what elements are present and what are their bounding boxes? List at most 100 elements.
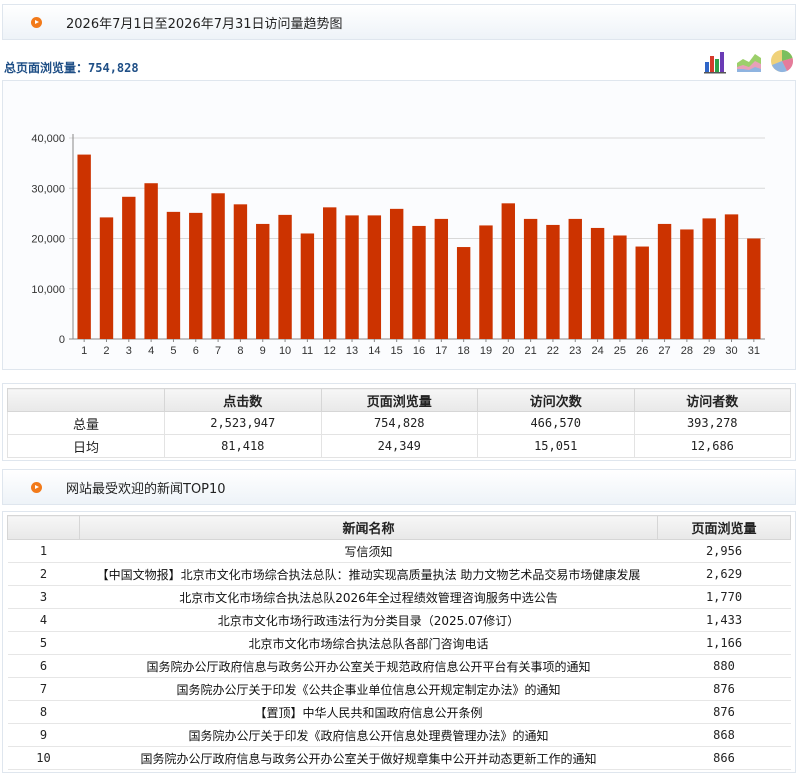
- x-tick-label: 18: [458, 345, 470, 357]
- bar-day-21[interactable]: [523, 218, 538, 339]
- x-tick-label: 26: [636, 345, 648, 357]
- news-rank: 8: [7, 700, 80, 724]
- bar-day-6[interactable]: [189, 212, 203, 339]
- news-title-link[interactable]: 国务院办公厅政府信息与政务公开办公室关于做好规章集中公开并动态更新工作的通知: [79, 746, 658, 770]
- bar-day-4[interactable]: [144, 183, 158, 339]
- stats-cell: 754,828: [320, 411, 478, 435]
- stats-cell: 15,051: [477, 434, 635, 458]
- news-pageviews: 868: [657, 723, 791, 747]
- bar-day-18[interactable]: [456, 247, 471, 339]
- news-pageviews: 2,956: [657, 539, 791, 563]
- bar-day-13[interactable]: [345, 215, 359, 339]
- bar-day-12[interactable]: [323, 207, 337, 339]
- bar-day-28[interactable]: [680, 229, 694, 339]
- arrow-bullet-icon: [31, 481, 42, 493]
- news-section-title: 网站最受欢迎的新闻TOP10: [66, 481, 226, 497]
- news-title-link[interactable]: 国务院办公厅政府信息与政务公开办公室关于规范政府信息公开平台有关事项的通知: [79, 654, 658, 678]
- bar-day-3[interactable]: [122, 196, 136, 339]
- news-header-pageviews: 页面浏览量: [657, 515, 791, 540]
- stats-header-pageviews: 页面浏览量: [320, 388, 478, 412]
- stats-cell: 2,523,947: [164, 411, 322, 435]
- x-tick-label: 11: [302, 345, 313, 357]
- x-tick-label: 31: [748, 345, 760, 357]
- news-title-link[interactable]: 北京市文化市场综合执法总队各部门咨询电话: [79, 631, 658, 655]
- stats-cell: 24,349: [320, 434, 478, 458]
- bar-day-7[interactable]: [211, 193, 225, 339]
- bar-day-20[interactable]: [501, 203, 515, 339]
- news-row: 10 国务院办公厅政府信息与政务公开办公室关于做好规章集中公开并动态更新工作的通知…: [7, 746, 791, 770]
- x-tick-label: 29: [703, 345, 715, 357]
- bar-day-8[interactable]: [233, 204, 248, 339]
- x-tick-label: 21: [524, 345, 536, 357]
- x-tick-label: 2: [103, 345, 109, 357]
- news-title-link[interactable]: 【中国文物报】北京市文化市场综合执法总队：推动实现高质量执法 助力文物艺术品交易…: [79, 562, 658, 586]
- bar-day-17[interactable]: [434, 218, 449, 339]
- x-tick-label: 6: [193, 345, 199, 357]
- x-tick-label: 28: [681, 345, 693, 357]
- bar-day-11[interactable]: [300, 233, 315, 339]
- bar-day-1[interactable]: [77, 154, 91, 339]
- x-tick-label: 19: [480, 345, 492, 357]
- bar-day-26[interactable]: [635, 246, 649, 339]
- trend-section-title: 2026年7月1日至2026年7月31日访问量趋势图: [66, 16, 343, 32]
- y-tick-label: 40,000: [31, 133, 65, 145]
- news-title-link[interactable]: 国务院办公厅关于印发《政府信息公开信息处理费管理办法》的通知: [79, 723, 658, 747]
- stats-header-visits: 访问次数: [477, 388, 635, 412]
- news-title-link[interactable]: 国务院办公厅关于印发《公共企事业单位信息公开规定制定办法》的通知: [79, 677, 658, 701]
- bar-day-19[interactable]: [479, 225, 493, 339]
- x-tick-label: 27: [658, 345, 670, 357]
- bar-day-16[interactable]: [412, 225, 426, 339]
- news-pageviews: 1,433: [657, 608, 791, 632]
- x-tick-label: 5: [170, 345, 176, 357]
- news-title-link[interactable]: 写信须知: [79, 539, 658, 563]
- news-row: 4 北京市文化市场行政违法行为分类目录（2025.07修订） 1,433: [7, 608, 791, 632]
- news-header-title: 新闻名称: [79, 515, 658, 540]
- bar-day-23[interactable]: [568, 218, 582, 339]
- news-title-link[interactable]: 【置顶】中华人民共和国政府信息公开条例: [79, 700, 658, 724]
- x-tick-label: 14: [368, 345, 380, 357]
- news-pageviews: 2,629: [657, 562, 791, 586]
- x-tick-label: 15: [391, 345, 403, 357]
- bar-day-9[interactable]: [256, 223, 270, 339]
- stats-cell: 466,570: [477, 411, 635, 435]
- bar-day-14[interactable]: [367, 215, 382, 339]
- bar-day-22[interactable]: [546, 224, 560, 339]
- trend-section-header: 2026年7月1日至2026年7月31日访问量趋势图: [2, 4, 796, 40]
- bar-day-24[interactable]: [590, 227, 605, 339]
- bar-chart-icon[interactable]: [703, 48, 729, 74]
- area-chart-icon[interactable]: [736, 48, 762, 74]
- arrow-bullet-icon: [31, 16, 42, 28]
- bar-day-25[interactable]: [613, 235, 627, 339]
- bar-day-15[interactable]: [389, 208, 404, 339]
- news-row: 9 国务院办公厅关于印发《政府信息公开信息处理费管理办法》的通知 868: [7, 723, 791, 747]
- news-rank: 10: [7, 746, 80, 770]
- news-row: 8 【置顶】中华人民共和国政府信息公开条例 876: [7, 700, 791, 724]
- bar-day-5[interactable]: [166, 211, 181, 339]
- y-tick-label: 30,000: [31, 183, 65, 195]
- bar-day-30[interactable]: [724, 214, 739, 339]
- pie-chart-icon[interactable]: [769, 48, 795, 74]
- news-header-row: 新闻名称 页面浏览量: [7, 515, 791, 540]
- x-tick-label: 25: [614, 345, 626, 357]
- stats-row-daily: 日均 81,418 24,349 15,051 12,686: [7, 434, 791, 458]
- chart-panel: 0 10,000 20,000 30,000 40,000 1 2 3 4 5 6 7 8 9 10 11 12…: [2, 80, 796, 370]
- stats-cell: 12,686: [633, 434, 791, 458]
- bar-day-2[interactable]: [99, 217, 114, 339]
- news-title-link[interactable]: 北京市文化市场行政违法行为分类目录（2025.07修订）: [79, 608, 658, 632]
- x-tick-label: 12: [324, 345, 336, 357]
- stats-header-row: 点击数 页面浏览量 访问次数 访问者数: [7, 388, 791, 412]
- x-tick-label: 22: [547, 345, 559, 357]
- bar-day-27[interactable]: [657, 223, 672, 339]
- x-tick-label: 23: [569, 345, 581, 357]
- x-tick-label: 9: [260, 345, 266, 357]
- bar-day-29[interactable]: [702, 218, 716, 339]
- news-pageviews: 866: [657, 746, 791, 770]
- news-row: 6 国务院办公厅政府信息与政务公开办公室关于规范政府信息公开平台有关事项的通知 88…: [7, 654, 791, 678]
- x-tick-label: 3: [126, 345, 132, 357]
- stats-row-total: 总量 2,523,947 754,828 466,570 393,278: [7, 411, 791, 435]
- bar-day-10[interactable]: [278, 214, 292, 339]
- bar-day-31[interactable]: [747, 238, 761, 340]
- news-title-link[interactable]: 北京市文化市场综合执法总队2026年全过程绩效管理咨询服务中选公告: [79, 585, 658, 609]
- news-row: 7 国务院办公厅关于印发《公共企事业单位信息公开规定制定办法》的通知 876: [7, 677, 791, 701]
- x-tick-label: 20: [502, 345, 514, 357]
